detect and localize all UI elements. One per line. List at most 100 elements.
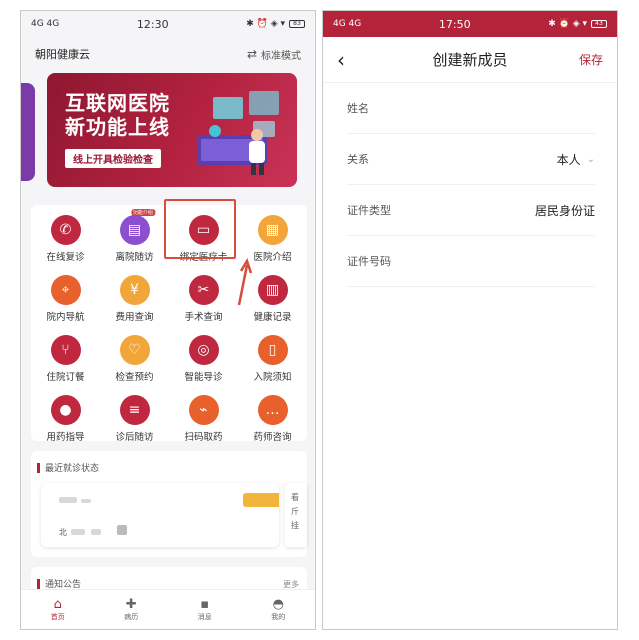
- visit-item[interactable]: 北: [41, 483, 279, 547]
- service-item[interactable]: ⑂ 住院订餐: [31, 331, 100, 385]
- tab-home[interactable]: ⌂ 首页: [51, 597, 65, 622]
- service-label: 院内导航: [46, 312, 85, 323]
- service-label: 扫码取药: [184, 432, 223, 443]
- recent-section-title: 最近就诊状态: [45, 464, 100, 474]
- field-value-text: 居民身份证: [534, 203, 595, 218]
- field-value-text: 本人: [556, 152, 581, 167]
- service-item[interactable]: ✆ 在线复诊: [31, 211, 100, 265]
- service-item[interactable]: ◎ 智能导诊: [169, 331, 238, 385]
- visit-status-badge: [243, 493, 279, 507]
- service-label: 药师咨询: [253, 432, 292, 443]
- tab-label: 病历: [124, 613, 139, 621]
- field-value[interactable]: 居民身份证: [535, 202, 595, 219]
- service-label: 住院订餐: [46, 372, 85, 383]
- tab-label: 我的: [271, 613, 286, 621]
- highlight-box: [164, 199, 236, 259]
- status-icons: ✱ ⏰ ◈ ▾: [548, 19, 587, 29]
- document-icon: ▤: [119, 215, 150, 245]
- signal-indicator: 4G 4G: [333, 19, 362, 29]
- service-label: 智能导诊: [184, 372, 223, 383]
- service-item[interactable]: ✂ 手术查询: [169, 271, 238, 325]
- field-label: 姓名: [347, 102, 369, 115]
- service-item[interactable]: ≡ 诊后随访: [100, 391, 169, 445]
- tab-label: 消息: [197, 613, 212, 621]
- pill-icon: ●: [50, 395, 81, 425]
- service-label: 在线复诊: [46, 252, 85, 263]
- user-icon: ◓: [272, 597, 284, 612]
- service-item[interactable]: ¥ 费用查询: [100, 271, 169, 325]
- status-icons: ✱ ⏰ ◈ ▾: [246, 19, 285, 29]
- field-label: 关系: [347, 153, 369, 166]
- tab-medical-record[interactable]: ✚ 病历: [124, 597, 138, 622]
- switch-icon: ⇄: [246, 47, 257, 61]
- service-label: 入院须知: [253, 372, 292, 383]
- service-item[interactable]: ♡ 检查预约: [100, 331, 169, 385]
- service-label: 医院介绍: [253, 252, 292, 263]
- utensils-icon: ⑂: [50, 335, 81, 365]
- book-icon: ▯: [257, 335, 288, 365]
- back-button[interactable]: ‹: [337, 48, 361, 72]
- service-item[interactable]: ⌖ 院内导航: [31, 271, 100, 325]
- form-row[interactable]: 证件类型 居民身份证: [347, 185, 595, 236]
- service-label: 检查预约: [115, 372, 154, 383]
- service-item[interactable]: ▯ 入院须知: [238, 331, 307, 385]
- chat-icon: …: [257, 395, 288, 425]
- service-item[interactable]: ⌁ 扫码取药: [169, 391, 238, 445]
- form-row[interactable]: 关系 本人 ⌄: [347, 134, 595, 185]
- service-label: 费用查询: [115, 312, 154, 323]
- section-marker: [37, 578, 40, 589]
- recent-section-header: 最近就诊状态: [31, 451, 307, 474]
- member-form: 姓名关系 本人 ⌄ 证件类型 居民身份证 证件号码: [323, 83, 617, 287]
- banner-line-1: 互联网医院: [65, 91, 170, 115]
- banner-line-2: 新功能上线: [65, 115, 170, 139]
- blurred-text: [71, 529, 85, 535]
- tab-user[interactable]: ◓ 我的: [271, 597, 285, 622]
- form-row[interactable]: 姓名: [347, 83, 595, 134]
- page-title: 创建新成员: [432, 51, 508, 69]
- service-label: 健康记录: [253, 312, 292, 323]
- service-label: 离院随访: [115, 252, 154, 263]
- list-icon: ≡: [119, 395, 150, 425]
- service-item[interactable]: … 药师咨询: [238, 391, 307, 445]
- service-item[interactable]: 功能介绍 ▤ 离院随访: [100, 209, 169, 265]
- checkup-icon: ♡: [119, 335, 150, 365]
- home-icon: ⌂: [53, 597, 62, 612]
- field-value[interactable]: 本人 ⌄: [557, 151, 595, 168]
- right-phone-screen: 4G 4G 17:50 ✱ ⏰ ◈ ▾ 43 ‹ 创建新成员 保存 姓名关系 本人…: [322, 10, 618, 630]
- banner-carousel[interactable]: 互联网医院 新功能上线 线上开具检验检查: [21, 73, 315, 191]
- banner-title: 互联网医院 新功能上线: [65, 91, 170, 139]
- blurred-text: [91, 529, 101, 535]
- location-icon: ⌖: [50, 275, 81, 305]
- app-name: 朝阳健康云: [35, 48, 90, 61]
- medical-record-icon: ✚: [125, 597, 137, 612]
- status-time: 12:30: [136, 17, 169, 31]
- blurred-text: [81, 499, 91, 503]
- status-bar: 4G 4G 17:50 ✱ ⏰ ◈ ▾ 43: [323, 11, 617, 37]
- status-time: 17:50: [438, 17, 471, 31]
- form-row[interactable]: 证件号码: [347, 236, 595, 287]
- tab-message[interactable]: ▪ 消息: [198, 597, 212, 622]
- target-icon: ◎: [188, 335, 219, 365]
- tab-label: 首页: [50, 613, 65, 621]
- visit-patient-name: 北: [59, 528, 67, 537]
- save-button[interactable]: 保存: [579, 51, 603, 68]
- battery-icon: 43: [591, 20, 607, 28]
- receipt-icon: ¥: [119, 275, 150, 305]
- nav-bar: ‹ 创建新成员 保存: [323, 37, 617, 83]
- service-label: 手术查询: [184, 312, 223, 323]
- peek-text: 看 斤 挂: [291, 493, 299, 530]
- battery-icon: 83: [289, 20, 305, 28]
- app-header: 朝阳健康云 ⇄ 标准模式: [21, 37, 315, 71]
- service-item[interactable]: ● 用药指导: [31, 391, 100, 445]
- chevron-down-icon: ⌄: [586, 153, 595, 165]
- signal-indicator: 4G 4G: [31, 19, 60, 29]
- mode-label: 标准模式: [261, 50, 301, 62]
- bottom-tab-bar: ⌂ 首页 ✚ 病历 ▪ 消息 ◓ 我的: [21, 589, 315, 629]
- mode-switch-button[interactable]: ⇄ 标准模式: [247, 47, 301, 62]
- phone-icon: ✆: [50, 215, 81, 245]
- record-icon: ▥: [257, 275, 288, 305]
- scan-icon: ⌁: [188, 395, 219, 425]
- banner[interactable]: 互联网医院 新功能上线 线上开具检验检查: [47, 73, 297, 187]
- visit-item-peek[interactable]: 看 斤 挂: [285, 483, 307, 547]
- building-icon: ▦: [257, 215, 288, 245]
